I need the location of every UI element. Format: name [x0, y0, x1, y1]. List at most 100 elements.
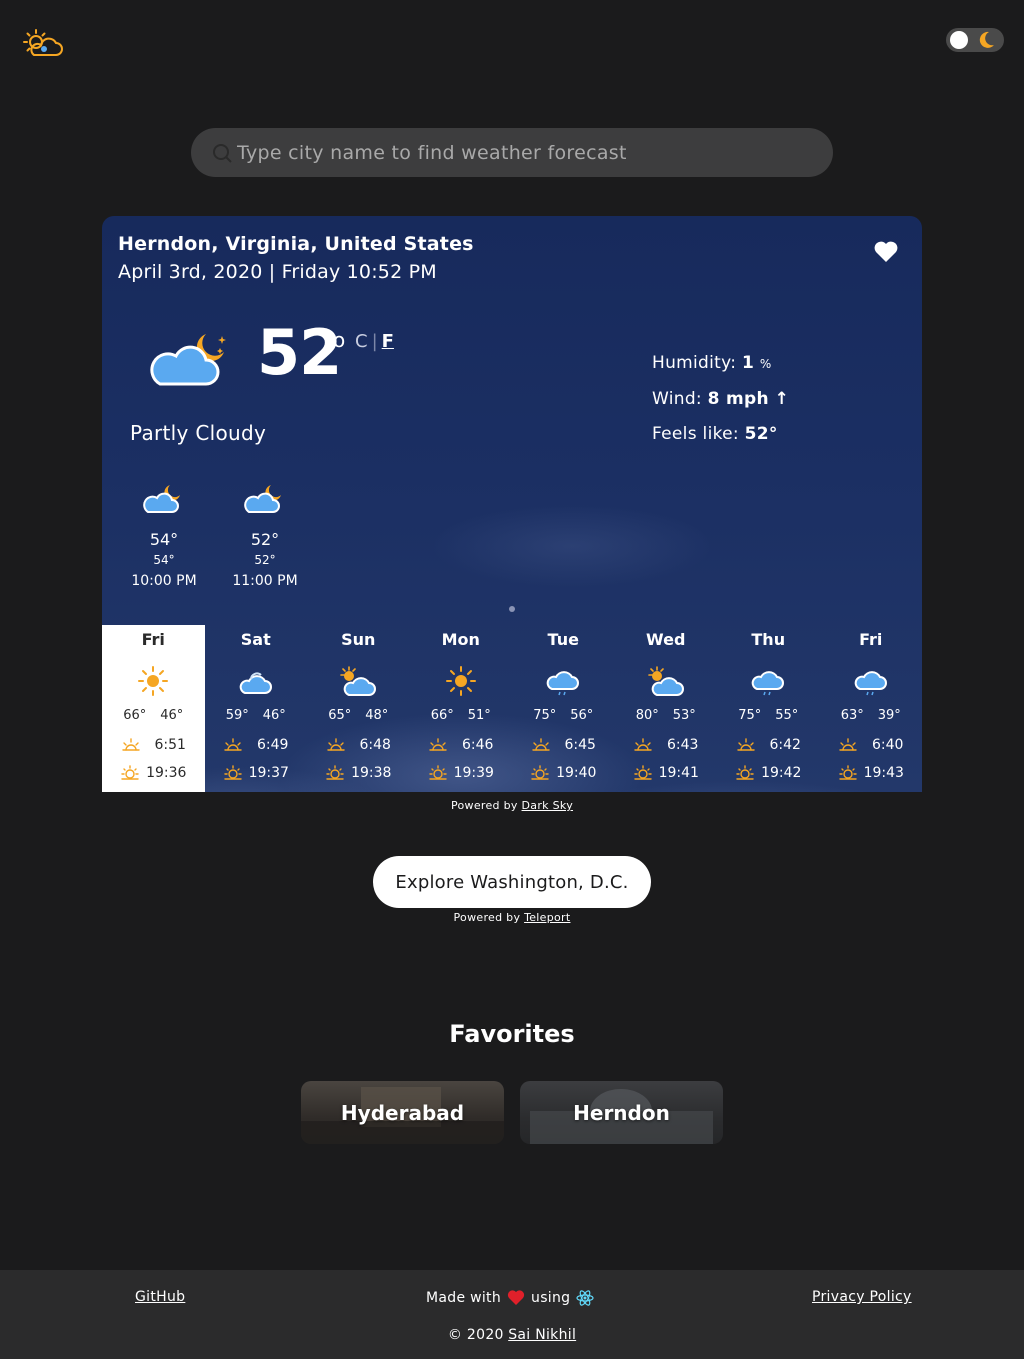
high-temp: 75°	[738, 708, 762, 723]
feels-like-value: 52°	[744, 424, 778, 444]
low-temp: 39°	[877, 708, 901, 723]
sunrise-icon	[224, 738, 242, 751]
sunset-row: 19:40	[512, 765, 615, 781]
sunrise-icon	[531, 738, 550, 751]
day-name: Mon	[441, 630, 480, 649]
day-forecast-mon[interactable]: Mon 66° 51° 6:46 19:39	[410, 625, 513, 792]
sunrise-time: 6:45	[564, 737, 596, 753]
theme-toggle[interactable]	[946, 28, 1004, 52]
sunrise-row: 6:49	[205, 737, 308, 753]
partly-cloudy-icon	[340, 666, 377, 696]
search-icon	[213, 144, 232, 163]
low-temp: 51°	[467, 708, 491, 723]
explore-city-button[interactable]: Explore Washington, D.C.	[373, 856, 651, 908]
unit-fahrenheit[interactable]: F	[382, 331, 394, 352]
high-temp: 75°	[533, 708, 557, 723]
sunset-row: 19:43	[820, 765, 923, 781]
sunset-row: 19:42	[717, 765, 820, 781]
sunset-icon	[736, 765, 754, 780]
hourly-item: 54° 54° 10:00 PM	[124, 481, 204, 589]
favorite-card-hyderabad[interactable]: Hyderabad	[301, 1081, 504, 1144]
github-link[interactable]: GitHub	[135, 1289, 185, 1305]
low-temp: 53°	[672, 708, 696, 723]
sunset-row: 19:36	[102, 765, 205, 781]
privacy-policy-link[interactable]: Privacy Policy	[812, 1289, 912, 1305]
sunset-time: 19:37	[248, 765, 289, 781]
day-forecast-sat[interactable]: Sat 59° 46° 6:49 19:37	[205, 625, 308, 792]
sunset-time: 19:42	[761, 765, 802, 781]
high-low: 65° 48°	[307, 708, 410, 723]
partly-cloudy-night-icon	[143, 485, 180, 513]
sunrise-row: 6:42	[717, 737, 820, 753]
weather-card: Herndon, Virginia, United States April 3…	[102, 216, 922, 792]
hourly-item: 52° 52° 11:00 PM	[225, 481, 305, 589]
high-temp: 80°	[635, 708, 659, 723]
unit-separator: |	[371, 331, 378, 352]
high-temp: 66°	[430, 708, 454, 723]
feels-like-row: Feels like: 52°	[652, 417, 789, 452]
cloudy-icon	[239, 672, 272, 694]
unit-celsius[interactable]: C	[355, 331, 368, 352]
sunrise-time: 6:49	[257, 737, 289, 753]
daily-forecast: Fri 66° 46° 6:51 19:36 Sat 59° 46° 6:49 19:37 Sun 6…	[102, 625, 922, 792]
sunset-icon	[531, 765, 549, 780]
day-forecast-fri[interactable]: Fri 66° 46° 6:51 19:36	[102, 625, 205, 792]
favorite-label: Hyderabad	[340, 1100, 465, 1125]
copyright: © 2020 Sai Nikhil	[0, 1327, 1024, 1343]
sunset-icon	[838, 765, 857, 780]
day-name: Sun	[341, 630, 376, 649]
sunrise-icon	[634, 738, 652, 751]
search-bar[interactable]	[191, 128, 833, 177]
degree-symbol: o	[333, 328, 346, 352]
sunrise-time: 6:51	[154, 737, 186, 753]
sunrise-row: 6:51	[102, 737, 205, 753]
day-name: Fri	[859, 630, 883, 649]
wind-direction-arrow-icon: ↑	[774, 389, 790, 409]
sunset-time: 19:43	[863, 765, 904, 781]
humidity-value: 1	[742, 353, 755, 373]
day-forecast-sun[interactable]: Sun 65° 48° 6:48 19:38	[307, 625, 410, 792]
favorite-label: Herndon	[573, 1100, 670, 1125]
wind-value: 8 mph	[707, 389, 769, 409]
powered-by-teleport: Powered by Teleport	[0, 911, 1024, 924]
partly-cloudy-night-icon	[244, 485, 281, 513]
hourly-feels: 54°	[153, 553, 175, 567]
sunrise-row: 6:45	[512, 737, 615, 753]
day-forecast-fri[interactable]: Fri 63° 39° 6:40 19:43	[820, 625, 923, 792]
favorite-heart-icon[interactable]	[873, 240, 899, 264]
feels-like-label: Feels like:	[652, 424, 739, 444]
hourly-feels: 52°	[254, 553, 276, 567]
low-temp: 55°	[775, 708, 799, 723]
low-temp: 48°	[365, 708, 389, 723]
sun-icon	[138, 666, 169, 696]
sunrise-icon	[121, 738, 140, 751]
day-name: Tue	[547, 630, 579, 649]
low-temp: 46°	[160, 708, 184, 723]
copyright-text: © 2020	[447, 1327, 504, 1343]
sunrise-row: 6:40	[820, 737, 923, 753]
partly-cloudy-night-icon	[150, 334, 226, 386]
day-forecast-tue[interactable]: Tue 75° 56° 6:45 19:40	[512, 625, 615, 792]
day-name: Thu	[751, 630, 786, 649]
low-temp: 46°	[262, 708, 286, 723]
darksky-link[interactable]: Dark Sky	[522, 799, 573, 812]
day-forecast-wed[interactable]: Wed 80° 53° 6:43 19:41	[615, 625, 718, 792]
hourly-time: 10:00 PM	[131, 573, 197, 589]
powered-prefix: Powered by	[453, 911, 521, 924]
high-low: 59° 46°	[205, 708, 308, 723]
wind-label: Wind:	[652, 389, 702, 409]
high-temp: 66°	[123, 708, 147, 723]
sunset-row: 19:38	[307, 765, 410, 781]
day-forecast-thu[interactable]: Thu 75° 55° 6:42 19:42	[717, 625, 820, 792]
sunset-row: 19:39	[410, 765, 513, 781]
sunset-icon	[633, 765, 652, 780]
favorite-card-herndon[interactable]: Herndon	[520, 1081, 723, 1144]
weather-logo-icon[interactable]	[22, 28, 68, 60]
footer: GitHub Made with using Privacy Policy © …	[0, 1270, 1024, 1359]
author-link[interactable]: Sai Nikhil	[508, 1327, 576, 1343]
low-temp: 56°	[570, 708, 594, 723]
carousel-dot[interactable]	[509, 606, 515, 612]
search-input[interactable]	[237, 128, 817, 177]
humidity-unit: %	[759, 357, 772, 371]
teleport-link[interactable]: Teleport	[524, 911, 570, 924]
